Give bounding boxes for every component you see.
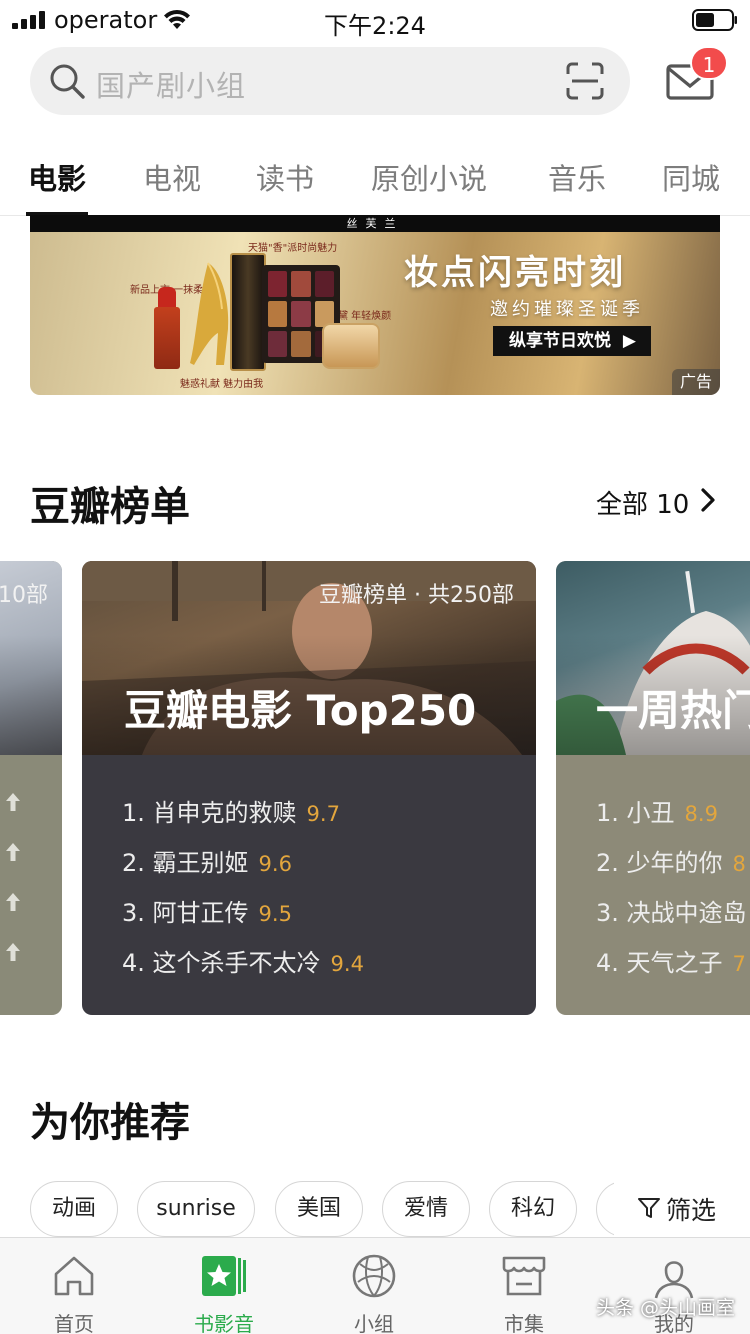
movie-name: 这个杀手不太冷 [152, 949, 321, 977]
nav-label: 书影音 [194, 1312, 254, 1334]
rank-number: 2. [596, 849, 619, 877]
tab-tv[interactable]: 电视 [143, 156, 201, 198]
tab-original-novels[interactable]: 原创小说 [371, 156, 487, 198]
movie-score: 8.9 [684, 802, 718, 826]
rank-number: 2. [122, 849, 145, 877]
rank-item[interactable]: 3. 决战中途岛 [596, 893, 750, 943]
tab-local[interactable]: 同城 [662, 156, 720, 198]
search-bar[interactable]: 国产剧小组 [30, 47, 630, 115]
rankings-title: 豆瓣榜单 [30, 484, 190, 530]
rank-item[interactable]: 4. 这个杀手不太冷 9.4 [122, 943, 364, 993]
clock: 下午2:24 [324, 12, 426, 40]
rank-number: 3. [122, 899, 145, 927]
rank-number: 1. [596, 799, 619, 827]
ad-banner[interactable]: 丝芙兰 天猫"香"派时尚魅力 雅诗兰黛 年轻焕颜 新品上市 一抹柔雾 魅惑礼献 … [30, 215, 720, 395]
rank-up-arrow-icon [6, 893, 20, 911]
filter-icon [638, 1198, 660, 1218]
card-title: 一周热门 [596, 686, 750, 735]
rank-list: 1. 肖申克的救赎 9.7 2. 霸王别姬 9.6 3. 阿甘正传 9.5 4. 这个… [122, 793, 364, 993]
movie-name: 天气之子 [626, 949, 723, 977]
rank-list: 1. 小丑 8.9 2. 少年的你 8 3. 决战中途岛 4. 天气之子 7 [596, 793, 750, 993]
rank-item[interactable]: 3. 阿甘正传 9.5 [122, 893, 364, 943]
movie-score: 8 [732, 852, 746, 876]
movie-name: 肖申克的救赎 [152, 799, 297, 827]
search-icon [50, 64, 85, 99]
ad-headline: 妆点闪亮时刻 [404, 253, 626, 293]
movie-score: 9.5 [258, 902, 292, 926]
movie-score: 9.4 [330, 952, 364, 976]
movie-name: 霸王别姬 [152, 849, 249, 877]
category-tabs: 电影 电视 读书 原创小说 音乐 同城 [0, 140, 750, 216]
rank-number: 4. [122, 949, 145, 977]
ad-label: 广告 [672, 369, 720, 395]
ad-small-text: 天猫"香"派时尚魅力 [248, 243, 338, 254]
status-bar: operator 下午2:24 [0, 0, 750, 40]
chevron-right-icon[interactable] [700, 487, 716, 513]
rank-item[interactable]: 2. 霸王别姬 9.6 [122, 843, 364, 893]
movie-name: 阿甘正传 [152, 899, 249, 927]
movie-name: 决战中途岛 [626, 899, 747, 927]
tag-chip[interactable]: sunrise [137, 1181, 255, 1237]
filter-button[interactable]: 筛选 [614, 1170, 750, 1240]
ranking-card[interactable]: 10部 [0, 561, 62, 1015]
rank-number: 1. [122, 799, 145, 827]
movie-score: 9.7 [306, 802, 340, 826]
play-triangle-icon: ▶ [622, 331, 636, 351]
cream-jar-image [322, 323, 380, 369]
ad-cta-button[interactable]: 纵享节日欢悦 ▶ [493, 326, 651, 356]
group-icon [352, 1254, 396, 1298]
home-icon [54, 1256, 94, 1296]
rank-item[interactable]: 2. 少年的你 8 [596, 843, 750, 893]
ranking-card-top250[interactable]: 豆瓣榜单 · 共250部 豆瓣电影 Top250 1. 肖申克的救赎 9.7 2.… [82, 561, 536, 1015]
see-all-rankings-link[interactable]: 全部 10 [596, 484, 689, 521]
nav-label: 市集 [504, 1312, 544, 1334]
nav-groups[interactable]: 小组 [324, 1238, 424, 1334]
rank-up-arrow-icon [6, 943, 20, 961]
card-meta: 10部 [0, 583, 48, 608]
rank-up-arrow-icon [6, 843, 20, 861]
movie-name: 小丑 [626, 799, 675, 827]
nav-home[interactable]: 首页 [24, 1238, 124, 1334]
filter-label: 筛选 [666, 1196, 717, 1225]
tag-chip[interactable]: 爱情 [382, 1181, 470, 1237]
rank-list [6, 793, 20, 993]
recommend-title: 为你推荐 [30, 1100, 190, 1146]
movie-score: 7 [732, 952, 746, 976]
nav-book-movie-music[interactable]: 书影音 [174, 1238, 274, 1334]
tab-books[interactable]: 读书 [256, 156, 314, 198]
ad-brand: 丝芙兰 [30, 215, 720, 232]
battery-icon [692, 9, 737, 31]
nav-label: 首页 [54, 1312, 94, 1334]
movie-name: 少年的你 [626, 849, 723, 877]
tab-movie[interactable]: 电影 [28, 156, 86, 198]
tag-chip[interactable]: 科幻 [489, 1181, 577, 1237]
rank-item[interactable]: 4. 天气之子 7 [596, 943, 750, 993]
ad-subline: 邀约璀璨圣诞季 [490, 299, 644, 320]
nav-label: 小组 [354, 1312, 394, 1334]
book-movie-music-icon [202, 1256, 246, 1296]
unread-badge: 1 [690, 46, 728, 80]
scan-icon[interactable] [566, 62, 604, 100]
ranking-card-weekly[interactable]: 一周热门 1. 小丑 8.9 2. 少年的你 8 3. 决战中途岛 4. 天气之子 7 [556, 561, 750, 1015]
rank-item[interactable]: 1. 小丑 8.9 [596, 793, 750, 843]
perfume-product-image [230, 253, 266, 371]
ad-small-text: 魅惑礼献 魅力由我 [180, 379, 264, 390]
ad-cta-label: 纵享节日欢悦 [509, 331, 611, 351]
rank-up-arrow-icon [6, 793, 20, 811]
lipstick-product-image [154, 307, 180, 369]
card-meta: 豆瓣榜单 · 共250部 [319, 583, 514, 608]
tag-chip[interactable]: 美国 [275, 1181, 363, 1237]
tag-chip[interactable]: 动画 [30, 1181, 118, 1237]
watermark-text: 头条 @头山画室 [596, 1297, 736, 1319]
rank-number: 4. [596, 949, 619, 977]
rank-number: 3. [596, 899, 619, 927]
tab-music[interactable]: 音乐 [548, 156, 606, 198]
nav-market[interactable]: 市集 [474, 1238, 574, 1334]
movie-score: 9.6 [258, 852, 292, 876]
rank-item[interactable]: 1. 肖申克的救赎 9.7 [122, 793, 364, 843]
search-input[interactable]: 国产剧小组 [96, 63, 246, 105]
market-icon [502, 1256, 546, 1296]
card-title: 豆瓣电影 Top250 [124, 686, 477, 735]
cover-shade [0, 635, 62, 755]
